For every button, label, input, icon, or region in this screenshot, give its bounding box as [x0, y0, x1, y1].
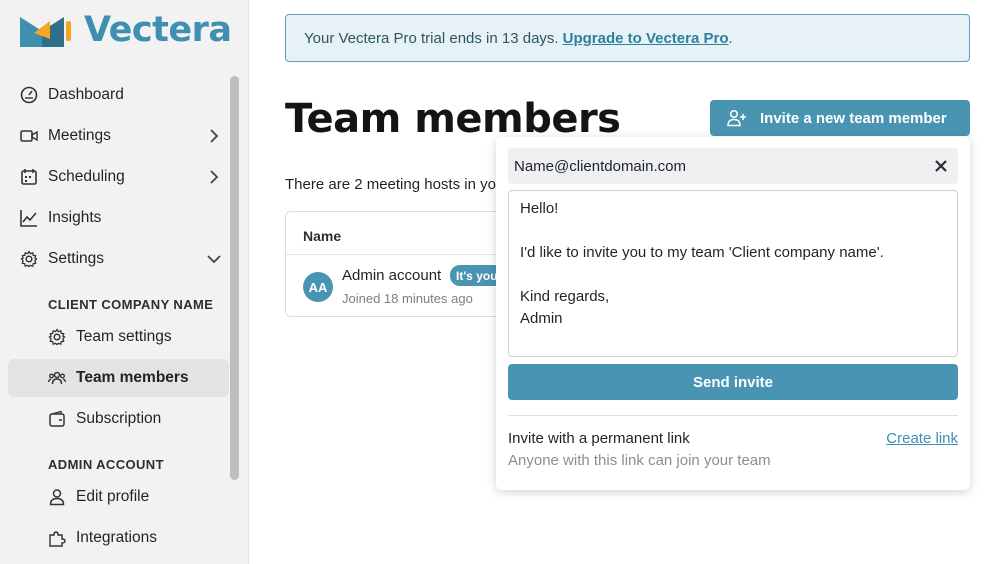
sidebar-item-team-settings[interactable]: Team settings: [8, 318, 229, 356]
add-user-icon: [727, 109, 746, 127]
member-name: Admin account: [342, 267, 442, 284]
trial-banner: Your Vectera Pro trial ends in 13 days. …: [285, 14, 970, 62]
sidebar-item-settings[interactable]: Settings: [8, 240, 229, 278]
calendar-icon: [21, 169, 37, 185]
column-header-name: Name: [303, 228, 342, 244]
puzzle-icon: [49, 531, 66, 547]
sidebar-item-subscription[interactable]: Subscription: [8, 400, 229, 438]
joined-time: Joined 18 minutes ago: [342, 291, 473, 306]
send-invite-button[interactable]: Send invite: [508, 364, 958, 400]
email-field-value: Name@clientdomain.com: [514, 157, 686, 175]
sidebar-item-meetings[interactable]: Meetings: [8, 117, 229, 155]
sidebar-item-label: Scheduling: [48, 168, 125, 185]
permanent-link-subtitle: Anyone with this link can join your team: [508, 452, 771, 469]
invite-message-textarea[interactable]: Hello! I'd like to invite you to my team…: [508, 190, 958, 357]
page-title: Team members: [285, 96, 621, 142]
sidebar-item-label: Dashboard: [48, 86, 124, 103]
dashboard-icon: [20, 86, 38, 104]
email-field[interactable]: Name@clientdomain.com: [508, 148, 958, 184]
section-label-company: CLIENT COMPANY NAME: [48, 297, 214, 312]
vectera-logo-icon: [20, 17, 71, 47]
sidebar-item-label: Integrations: [76, 529, 157, 546]
sidebar-item-integrations[interactable]: Integrations: [8, 519, 229, 557]
sidebar-item-label: Edit profile: [76, 488, 150, 505]
wallet-icon: [49, 410, 65, 427]
section-label-admin: ADMIN ACCOUNT: [48, 457, 164, 472]
sidebar-item-dashboard[interactable]: Dashboard: [8, 76, 229, 114]
close-icon[interactable]: [934, 159, 948, 173]
sidebar-item-team-members[interactable]: Team members: [8, 359, 229, 397]
sidebar-item-scheduling[interactable]: Scheduling: [8, 158, 229, 196]
gear-icon: [48, 328, 66, 346]
sidebar-item-label: Team members: [76, 369, 189, 386]
sidebar: Vectera Dashboard Meetings Scheduling In…: [0, 0, 249, 564]
brand-name: Vectera: [84, 10, 232, 50]
sidebar-item-label: Subscription: [76, 410, 162, 427]
chart-icon: [20, 210, 37, 227]
video-icon: [20, 130, 38, 142]
sidebar-scrollbar[interactable]: [230, 76, 239, 480]
invite-button-label: Invite a new team member: [760, 109, 947, 127]
user-icon: [49, 489, 65, 506]
chevron-down-icon[interactable]: [205, 250, 223, 268]
invite-team-member-button[interactable]: Invite a new team member: [710, 100, 970, 136]
sidebar-item-insights[interactable]: Insights: [8, 199, 229, 237]
sidebar-item-label: Settings: [48, 250, 105, 267]
sidebar-item-label: Team settings: [76, 328, 172, 345]
create-link[interactable]: Create link: [886, 430, 958, 447]
trial-banner-suffix: .: [728, 29, 733, 47]
popover-divider: [508, 415, 958, 416]
permanent-link-title: Invite with a permanent link: [508, 430, 690, 447]
avatar: AA: [303, 272, 333, 302]
hosts-count-text: There are 2 meeting hosts in yo: [285, 176, 496, 193]
sidebar-item-edit-profile[interactable]: Edit profile: [8, 478, 229, 516]
sidebar-item-label: Insights: [48, 209, 102, 226]
sidebar-item-label: Meetings: [48, 127, 111, 144]
trial-banner-text: Your Vectera Pro trial ends in 13 days.: [304, 29, 559, 47]
chevron-right-icon[interactable]: [205, 168, 223, 186]
gear-icon: [20, 250, 38, 268]
users-icon: [48, 371, 66, 385]
chevron-right-icon[interactable]: [205, 127, 223, 145]
upgrade-link[interactable]: Upgrade to Vectera Pro: [563, 30, 729, 47]
invite-popover: Name@clientdomain.com Hello! I'd like to…: [496, 137, 970, 490]
vectera-logo[interactable]: Vectera: [20, 12, 232, 48]
